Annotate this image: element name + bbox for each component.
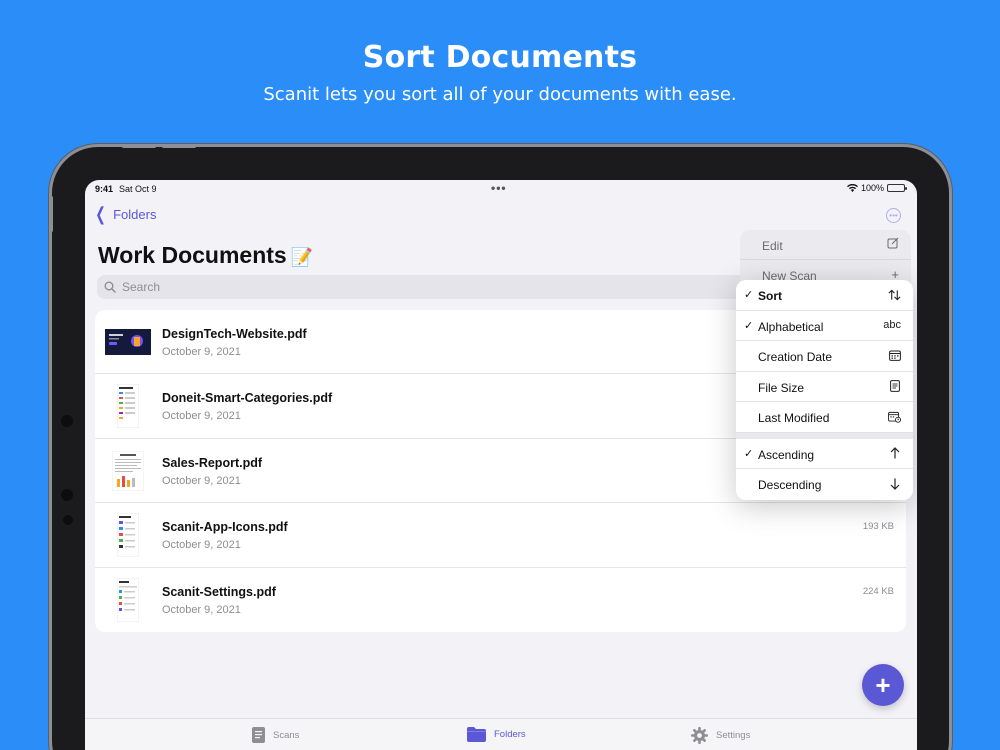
app-screen: 9:41 Sat Oct 9 ••• 100% ❮ Folders ••• Wo…: [85, 180, 917, 750]
order-option-descending[interactable]: Descending: [736, 469, 913, 500]
page-title: Work Documents 📝: [98, 242, 313, 269]
search-bar[interactable]: [97, 275, 757, 299]
menu-item-label: File Size: [758, 380, 805, 395]
camera-sensor-icon: [61, 489, 73, 501]
document-date: October 9, 2021: [162, 603, 241, 616]
sort-option-last-modified[interactable]: Last Modified: [736, 402, 913, 433]
tab-scans[interactable]: Scans: [252, 727, 299, 743]
checkmark-icon: ✓: [744, 447, 754, 460]
tab-folders[interactable]: Folders: [467, 727, 526, 742]
edit-icon: [887, 237, 899, 252]
menu-item-label: Edit: [762, 239, 783, 253]
document-thumbnail: [105, 577, 151, 622]
arrow-down-icon: [888, 477, 901, 490]
volume-button: [162, 145, 196, 148]
menu-item-label: Last Modified: [758, 411, 830, 425]
promo-subtitle: Scanit lets you sort all of your documen…: [263, 84, 737, 105]
document-name: Doneit-Smart-Categories.pdf: [162, 391, 333, 406]
document-name: DesignTech-Website.pdf: [162, 327, 307, 341]
promo-title: Sort Documents: [362, 40, 638, 75]
volume-button: [122, 145, 156, 148]
document-thumbnail: [105, 513, 151, 558]
status-date: Sat Oct 9: [119, 184, 157, 194]
document-name: Scanit-Settings.pdf: [162, 584, 276, 599]
menu-item-label: Ascending: [758, 447, 815, 462]
back-button-label: Folders: [113, 207, 157, 222]
search-icon: [104, 281, 116, 293]
status-time: 9:41: [95, 184, 114, 194]
chevron-left-icon: ❮: [95, 204, 106, 224]
document-date: October 9, 2021: [162, 346, 241, 358]
search-input[interactable]: [122, 280, 422, 294]
checkmark-icon: ✓: [744, 319, 754, 332]
status-right: 100%: [846, 183, 907, 193]
menu-item-label: Creation Date: [758, 350, 833, 364]
camera-icon: [61, 415, 73, 427]
document-icon: [252, 727, 265, 743]
page-title-text: Work Documents: [98, 242, 287, 268]
sort-menu-header[interactable]: ✓ Sort: [736, 280, 913, 311]
document-date: October 9, 2021: [162, 539, 241, 552]
document-size: 193 KB: [862, 521, 894, 533]
document-thumbnail: [105, 320, 151, 364]
menu-item-label: Sort: [758, 289, 782, 303]
document-thumbnail: [105, 449, 151, 493]
status-bar: 9:41 Sat Oct 9 ••• 100%: [85, 180, 917, 198]
tab-label: Settings: [716, 730, 751, 741]
sort-option-creation-date[interactable]: Creation Date: [736, 341, 913, 372]
add-scan-button[interactable]: +: [862, 664, 904, 706]
gear-icon: [691, 727, 708, 744]
abc-icon: abc: [883, 319, 901, 331]
calendar-icon: [888, 349, 901, 362]
sort-option-file-size[interactable]: File Size: [736, 372, 913, 402]
wifi-icon: [846, 184, 858, 192]
sort-arrows-icon: [888, 288, 901, 301]
camera-sensor-icon: [63, 515, 73, 525]
document-name: Sales-Report.pdf: [162, 455, 263, 470]
document-row[interactable]: Scanit-Settings.pdf October 9, 2021 224 …: [95, 568, 906, 632]
document-size: 224 KB: [862, 585, 894, 597]
multitasking-dots-icon[interactable]: •••: [491, 181, 507, 195]
document-row[interactable]: Scanit-App-Icons.pdf October 9, 2021 193…: [95, 503, 906, 568]
document-thumbnail: [105, 384, 151, 429]
menu-item-label: Descending: [758, 478, 822, 492]
tab-bar: Scans Folders Settings: [85, 718, 917, 750]
back-button[interactable]: ❮ Folders: [93, 204, 157, 224]
menu-item-edit[interactable]: Edit: [740, 230, 911, 260]
sort-menu: ✓ Sort ✓ Alphabetical abc Creation Date …: [736, 280, 913, 500]
tab-label: Folders: [494, 729, 526, 740]
checkmark-icon: ✓: [744, 289, 754, 301]
battery-icon: [887, 184, 907, 192]
sort-option-alphabetical[interactable]: ✓ Alphabetical abc: [736, 311, 913, 341]
document-date: October 9, 2021: [162, 474, 241, 487]
doc-icon: [888, 380, 901, 393]
battery-percent: 100%: [860, 183, 884, 193]
folder-icon: [467, 727, 486, 742]
tab-settings[interactable]: Settings: [691, 727, 750, 744]
document-date: October 9, 2021: [162, 410, 241, 423]
memo-emoji: 📝: [290, 247, 314, 267]
order-option-ascending[interactable]: ✓ Ascending: [736, 439, 913, 469]
document-name: Scanit-App-Icons.pdf: [162, 520, 288, 535]
tab-label: Scans: [273, 729, 300, 741]
calendar-clock-icon: [888, 410, 901, 423]
more-options-icon[interactable]: •••: [886, 208, 901, 223]
menu-item-label: Alphabetical: [758, 319, 824, 334]
arrow-up-icon: [888, 447, 901, 460]
power-button: [50, 196, 53, 232]
